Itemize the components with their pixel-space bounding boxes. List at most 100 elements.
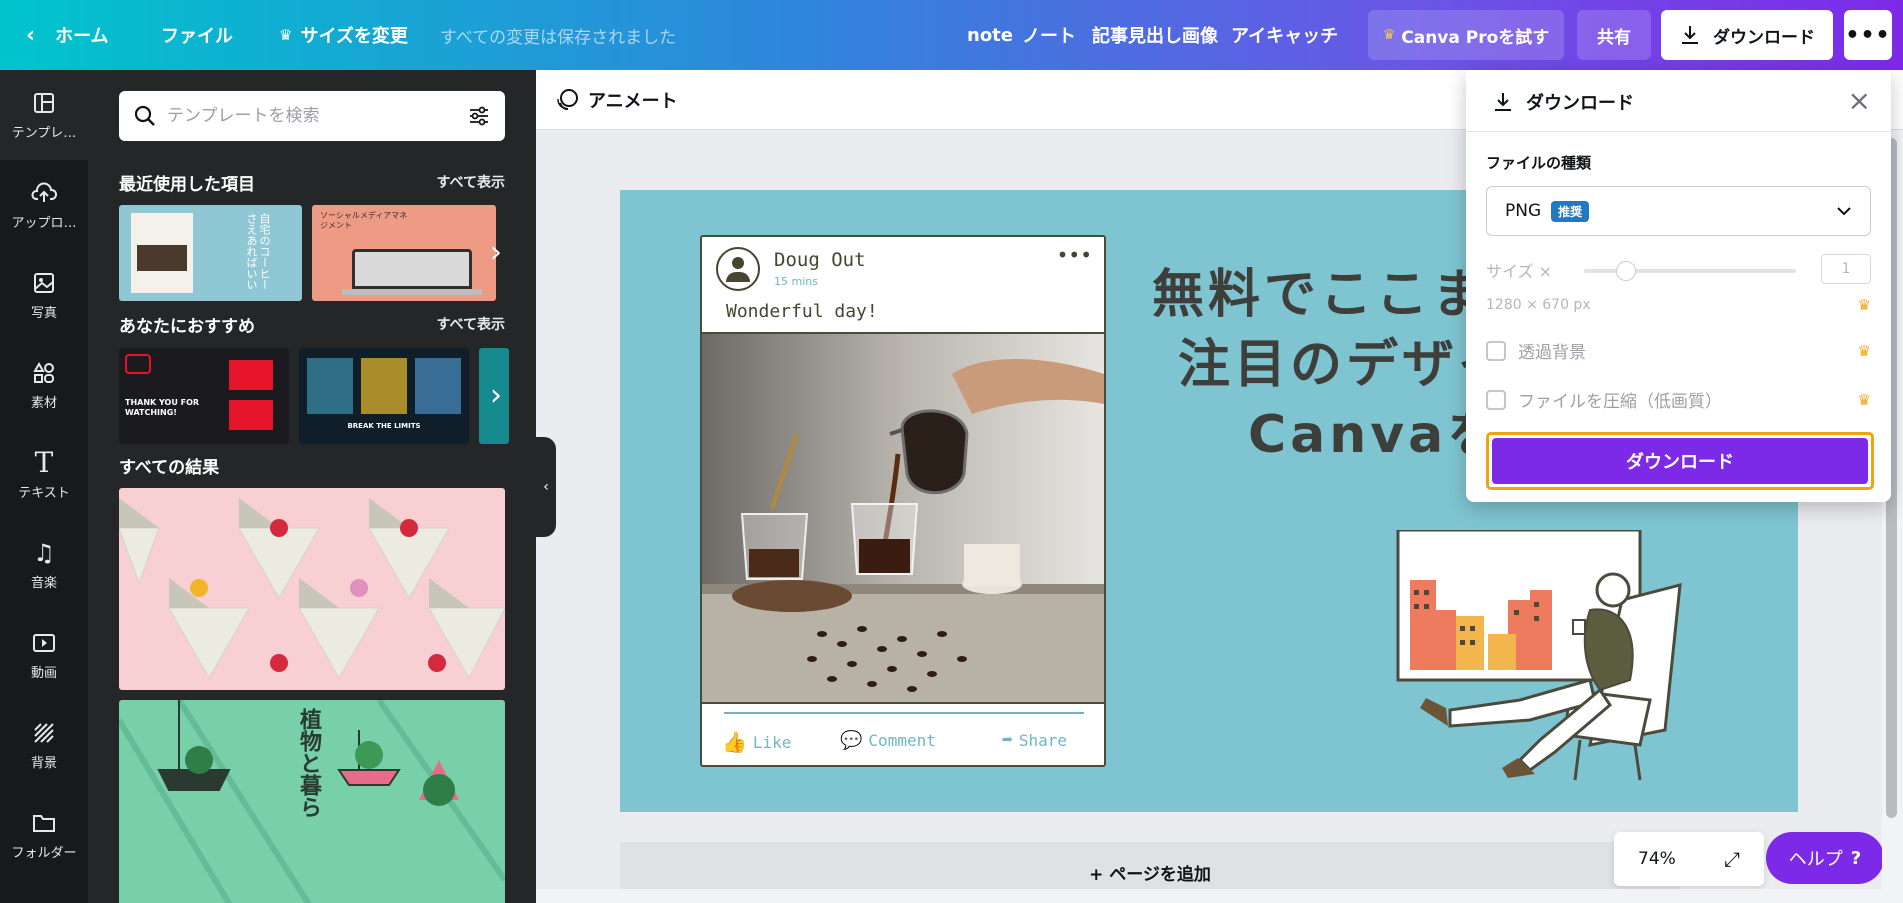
- rail-item-music[interactable]: ♫ 音楽: [0, 520, 88, 610]
- download-label: ダウンロード: [1713, 27, 1815, 48]
- divider: [1466, 131, 1891, 132]
- youtube-icon: [125, 354, 151, 374]
- doc-tag-notebook[interactable]: ノート: [1022, 0, 1076, 70]
- headline-line-1[interactable]: 無料でここま: [1152, 252, 1488, 327]
- animate-button[interactable]: アニメート: [554, 82, 678, 118]
- rail-item-text[interactable]: T テキスト: [0, 430, 88, 520]
- rail-item-background[interactable]: 背景: [0, 700, 88, 790]
- close-icon[interactable]: ×: [1848, 86, 1871, 116]
- social-post-card[interactable]: Doug Out 15 mins ••• Wonderful day! 👍 Li…: [700, 235, 1106, 767]
- results-section-title: すべての結果: [119, 458, 220, 478]
- collapse-panel-button[interactable]: ‹: [536, 437, 556, 537]
- rail-item-video[interactable]: 動画: [0, 610, 88, 700]
- filter-icon[interactable]: [467, 104, 491, 128]
- size-slider-handle[interactable]: [1616, 261, 1636, 281]
- save-status: すべての変更は保存されました: [440, 27, 677, 48]
- file-type-select[interactable]: PNG 推奨: [1486, 186, 1871, 236]
- animate-label: アニメート: [588, 91, 678, 112]
- horizontal-scrollbar[interactable]: [536, 889, 1882, 903]
- download-icon: [1495, 93, 1511, 111]
- headline-line-3[interactable]: Canvaを: [1248, 392, 1503, 467]
- recommended-template-thumb[interactable]: THANK YOU FOR WATCHING!: [119, 348, 289, 444]
- download-icon: [1682, 26, 1698, 44]
- result-template-thumb[interactable]: [119, 488, 505, 690]
- avatar: [716, 247, 760, 291]
- zoom-level[interactable]: 74%: [1638, 849, 1676, 869]
- size-input[interactable]: 1: [1821, 254, 1871, 284]
- post-like-action: 👍 Like: [722, 730, 791, 754]
- top-bar: ‹ ホーム ファイル ♛ サイズを変更 すべての変更は保存されました note …: [0, 0, 1903, 70]
- post-share-action: ➦ Share: [1002, 730, 1067, 751]
- video-icon: [32, 629, 56, 657]
- thumb-text: BREAK THE LIMITS: [347, 422, 421, 430]
- question-icon: ?: [1850, 847, 1862, 869]
- recommended-see-all-link[interactable]: すべて表示: [437, 314, 505, 334]
- search-input[interactable]: [167, 106, 467, 126]
- rail-item-templates[interactable]: テンプレ…: [0, 70, 88, 160]
- size-row: サイズ ×: [1486, 258, 1552, 282]
- template-search[interactable]: [119, 91, 505, 141]
- template-icon: [32, 89, 56, 117]
- search-icon: [134, 105, 155, 126]
- thumb-photo: [415, 358, 461, 414]
- share-button[interactable]: 共有: [1577, 10, 1651, 60]
- file-menu-button[interactable]: ファイル: [161, 0, 233, 70]
- compress-label: ファイルを圧縮（低画質）: [1518, 392, 1722, 412]
- rail-item-uploads[interactable]: アップロ…: [0, 160, 88, 250]
- doc-tag-header-image[interactable]: 記事見出し画像: [1092, 0, 1218, 70]
- upload-icon: [31, 179, 57, 207]
- post-caption: Wonderful day!: [726, 301, 878, 322]
- help-label: ヘルプ: [1788, 849, 1843, 870]
- recommended-badge: 推奨: [1551, 200, 1590, 222]
- relaxing-person-illustration[interactable]: [1390, 530, 1690, 790]
- zoom-control[interactable]: 74% ⤢: [1614, 832, 1764, 886]
- home-button[interactable]: ‹ ホーム: [26, 0, 109, 70]
- thumb-text: THANK YOU FOR WATCHING!: [125, 398, 200, 417]
- doc-tag-eyecatch[interactable]: アイキャッチ: [1231, 0, 1338, 70]
- rail-label: 写真: [30, 306, 57, 321]
- transparent-bg-checkbox[interactable]: [1486, 340, 1506, 361]
- rail-item-elements[interactable]: 素材: [0, 340, 88, 430]
- recent-see-all-link[interactable]: すべて表示: [437, 172, 505, 192]
- elements-icon: [32, 359, 56, 387]
- share-arrow-icon: ➦: [1002, 730, 1013, 751]
- file-type-label: ファイルの種類: [1486, 154, 1592, 172]
- thumb-block: [229, 360, 273, 390]
- coffee-photo: [702, 332, 1104, 704]
- resize-button[interactable]: ♛ サイズを変更: [279, 0, 408, 70]
- transparent-bg-label: 透過背景: [1518, 343, 1586, 363]
- try-pro-button[interactable]: ♛ Canva Proを試す: [1368, 10, 1564, 60]
- chevron-right-icon[interactable]: ›: [490, 238, 502, 268]
- download-button[interactable]: ダウンロード: [1661, 10, 1833, 60]
- doc-tag-note[interactable]: note: [967, 0, 1013, 70]
- recommended-template-thumb[interactable]: BREAK THE LIMITS: [299, 348, 469, 444]
- recent-template-thumb[interactable]: ソーシャルメディアマネジメント: [312, 205, 496, 301]
- rail-label: 音楽: [30, 576, 57, 591]
- compress-option[interactable]: ファイルを圧縮（低画質）: [1486, 387, 1722, 412]
- size-slider[interactable]: [1584, 261, 1796, 281]
- comment-icon: 💬: [840, 730, 863, 751]
- background-icon: [32, 719, 56, 747]
- recent-template-thumb[interactable]: 自宅のコーヒーさえあればいい: [119, 205, 302, 301]
- transparent-bg-option[interactable]: 透過背景: [1486, 338, 1586, 363]
- rail-label: テキスト: [18, 486, 70, 501]
- help-button[interactable]: ヘルプ ?: [1766, 832, 1884, 884]
- share-label: Share: [1018, 731, 1068, 750]
- post-timestamp: 15 mins: [774, 275, 818, 288]
- thumb-photo: [361, 358, 407, 414]
- download-panel-header: ダウンロード: [1492, 86, 1634, 118]
- chevron-down-icon: [1837, 207, 1851, 216]
- result-template-thumb[interactable]: 植物と暮ら: [119, 700, 505, 903]
- rail-item-photos[interactable]: 写真: [0, 250, 88, 340]
- more-options-icon[interactable]: •••: [1844, 10, 1892, 60]
- download-confirm-button[interactable]: ダウンロード: [1492, 438, 1868, 484]
- rail-item-folder[interactable]: フォルダー: [0, 790, 88, 880]
- rail-label: 背景: [30, 756, 57, 771]
- headline-line-2[interactable]: 注目のデザイ: [1178, 322, 1514, 397]
- recommended-section-title: あなたにおすすめ: [119, 317, 255, 337]
- folder-icon: [32, 809, 56, 837]
- chevron-right-icon[interactable]: ›: [490, 381, 502, 411]
- compress-checkbox[interactable]: [1486, 389, 1506, 410]
- fullscreen-icon[interactable]: ⤢: [1724, 847, 1740, 871]
- recent-section-title: 最近使用した項目: [119, 175, 255, 195]
